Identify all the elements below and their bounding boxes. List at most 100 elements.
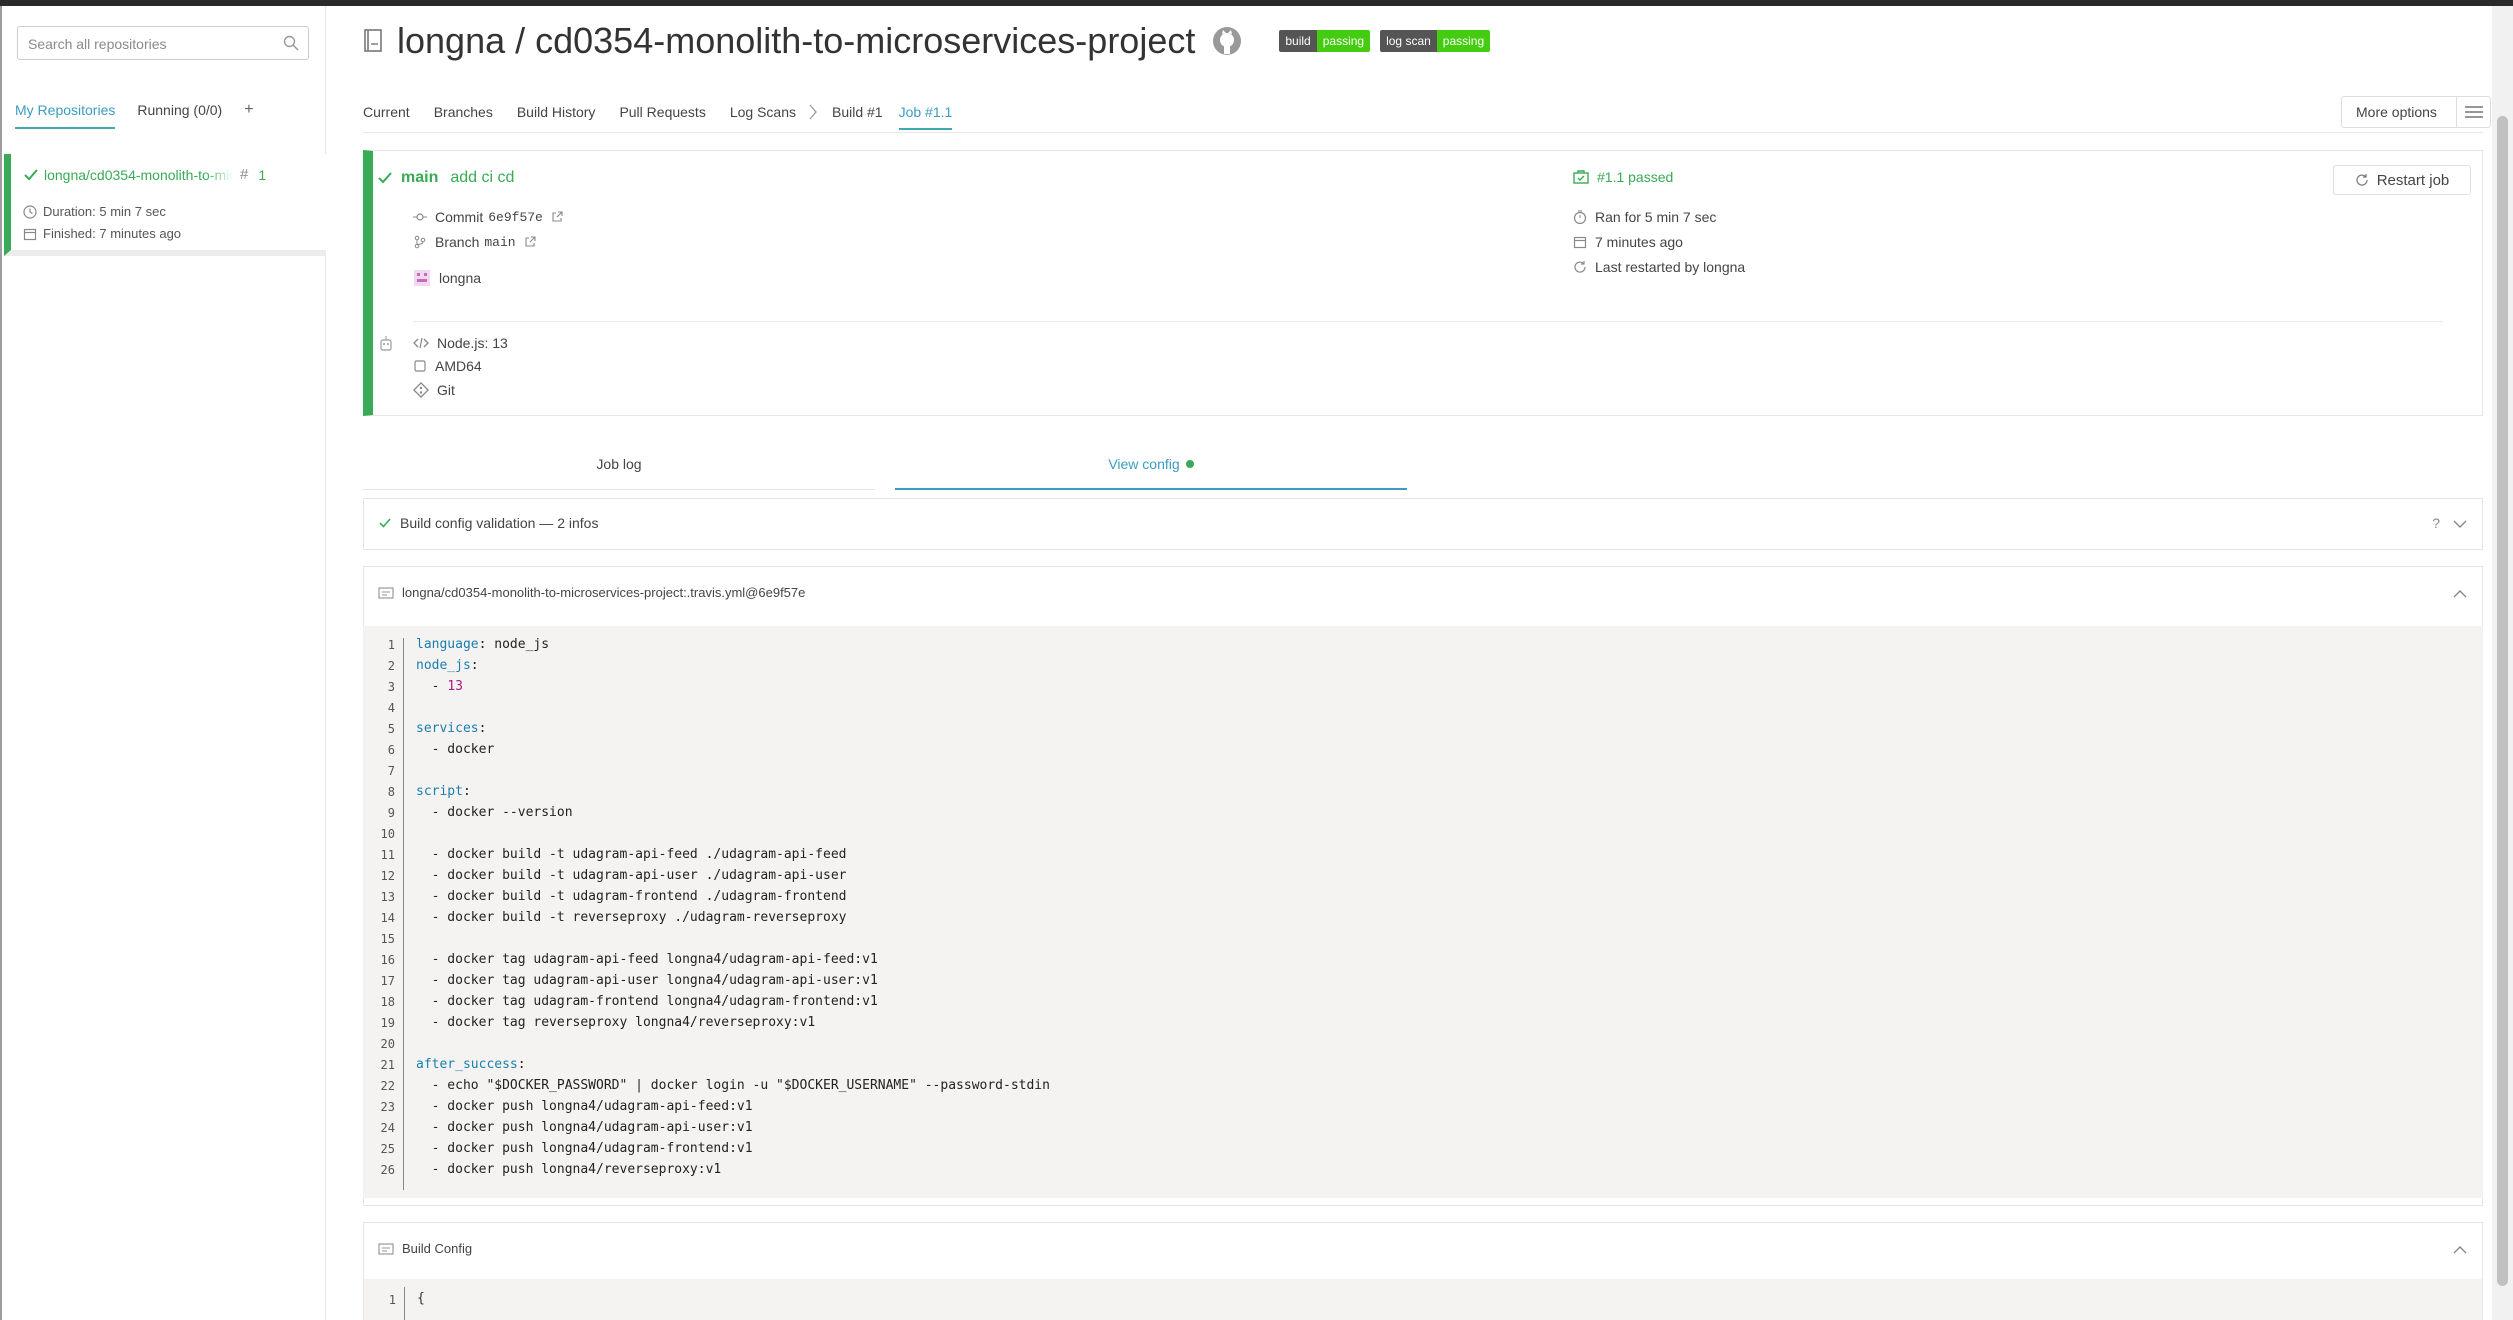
code-text: - docker: [416, 742, 495, 757]
duration-text: Duration: 5 min 7 sec: [43, 204, 166, 219]
badge-label: build: [1279, 30, 1317, 52]
job-card-divider: [413, 321, 2443, 322]
code-line: 2 node_js:: [363, 657, 1463, 678]
status-dot: [1185, 460, 1194, 468]
chevron-up-icon[interactable]: [2452, 589, 2468, 599]
hamburger-icon[interactable]: [2456, 97, 2490, 127]
code-line: 21 after_success:: [363, 1056, 1463, 1077]
code-text: - docker build -t reverseproxy ./udagram…: [416, 910, 847, 925]
log-scan-badge[interactable]: log scan passing: [1380, 30, 1491, 52]
code-line: 25 - docker push longna4/udagram-fronten…: [363, 1140, 1463, 1161]
code-text: node_js:: [416, 658, 479, 673]
code-text: - echo "$DOCKER_PASSWORD" | docker login…: [416, 1078, 1050, 1093]
external-link-icon[interactable]: [551, 211, 563, 223]
chevron-up-icon[interactable]: [2452, 1245, 2468, 1255]
restart-job-button[interactable]: Restart job: [2333, 165, 2471, 195]
search-icon[interactable]: [282, 34, 300, 52]
job-status-text[interactable]: #1.1 passed: [1597, 169, 1673, 185]
line-number: 11: [380, 848, 395, 862]
line-number: 8: [387, 785, 395, 799]
tab-view-config[interactable]: View config: [895, 446, 1407, 490]
code-text: - docker push longna4/udagram-api-user:v…: [416, 1120, 753, 1135]
scrollbar-thumb[interactable]: [2497, 116, 2508, 1286]
code-line: 20: [363, 1035, 1463, 1056]
cpu-icon: [414, 360, 426, 372]
tab-branches[interactable]: Branches: [434, 104, 493, 130]
view-config-label: View config: [1108, 456, 1180, 472]
commit-label: Commit: [435, 209, 484, 225]
chevron-down-icon[interactable]: [2452, 519, 2468, 529]
external-link-icon[interactable]: [524, 236, 536, 248]
branch-name[interactable]: main: [401, 169, 438, 187]
job-status: #1.1 passed: [1573, 169, 1673, 185]
build-status-badge[interactable]: build passing: [1279, 30, 1371, 52]
badge-label: log scan: [1380, 30, 1437, 52]
ago-text: 7 minutes ago: [1595, 234, 1683, 250]
add-tab-button[interactable]: +: [244, 101, 253, 128]
restart-job-label: Restart job: [2376, 171, 2450, 189]
code-line: 22 - echo "$DOCKER_PASSWORD" | docker lo…: [363, 1077, 1463, 1098]
line-number: 10: [380, 827, 395, 841]
code-line: 9 - docker --version: [363, 804, 1463, 825]
restart-icon: [2356, 174, 2368, 186]
tab-current[interactable]: Current: [363, 104, 410, 130]
page-scrollbar[interactable]: [2492, 6, 2513, 1320]
line-number: 17: [380, 974, 395, 988]
tab-job-log[interactable]: Job log: [363, 446, 875, 490]
vcs-row: Git: [413, 382, 455, 398]
job-summary-card: main add ci cd Commit 6e9f57e Branch mai…: [363, 150, 2483, 416]
build-number[interactable]: 1: [258, 167, 266, 183]
tab-my-repositories[interactable]: My Repositories: [15, 102, 116, 129]
tab-running[interactable]: Running (0/0): [137, 102, 222, 127]
line-number: 21: [380, 1058, 395, 1072]
code-text: - docker tag udagram-api-user longna4/ud…: [416, 973, 878, 988]
code-block: 1 language: node_js 2 node_js: 3 - 13 4 5 servi…: [363, 626, 2483, 1198]
build-config-validation[interactable]: Build config validation — 2 infos ?: [363, 498, 2483, 550]
build-config-title: Build Config: [402, 1241, 473, 1256]
line-number: 13: [380, 890, 395, 904]
line-number: 18: [380, 995, 395, 1009]
tab-build[interactable]: Build #1: [832, 104, 883, 130]
code-line: 1 language: node_js: [363, 636, 1463, 657]
repo-card[interactable]: longna/cd0354-monolith-to-microservices-…: [4, 154, 326, 256]
code-text: - docker tag udagram-api-feed longna4/ud…: [416, 952, 878, 967]
repo-line: longna/cd0354-monolith-to-microservices-…: [23, 166, 266, 183]
branch-icon: [414, 235, 426, 249]
more-options-button[interactable]: More options: [2341, 96, 2491, 128]
code-text: - docker push longna4/reverseproxy:v1: [416, 1162, 722, 1177]
line-number: 4: [387, 701, 395, 715]
clock-icon: [23, 204, 37, 219]
code-line: 13 - docker build -t udagram-frontend ./…: [363, 888, 1463, 909]
code-line: 15: [363, 930, 1463, 951]
nav-divider: [363, 132, 2483, 133]
tab-build-history[interactable]: Build History: [517, 104, 596, 130]
avatar: [414, 270, 430, 286]
help-icon[interactable]: ?: [2432, 515, 2440, 531]
repo-name-link[interactable]: longna/cd0354-monolith-to-microservices-…: [44, 167, 234, 183]
code-line: 12 - docker build -t udagram-api-user ./…: [363, 867, 1463, 888]
line-number: 15: [380, 932, 395, 946]
code-text: - docker build -t udagram-api-feed ./uda…: [416, 847, 847, 862]
commit-sha-link[interactable]: 6e9f57e: [488, 210, 543, 225]
restart-icon: [1574, 261, 1586, 273]
line-number: 16: [380, 953, 395, 967]
git-icon: [413, 382, 429, 398]
tab-log-scans[interactable]: Log Scans: [730, 104, 796, 130]
duration: Duration: 5 min 7 sec: [23, 204, 166, 219]
search-input[interactable]: Search all repositories: [17, 26, 309, 60]
tab-pull-requests[interactable]: Pull Requests: [619, 104, 705, 130]
line-number: 23: [380, 1100, 395, 1114]
line-number: 22: [380, 1079, 395, 1093]
branch-link[interactable]: main: [484, 235, 515, 250]
line-number: 20: [380, 1037, 395, 1051]
code-line: 11 - docker build -t udagram-api-feed ./…: [363, 846, 1463, 867]
build-config-code: 1 {: [364, 1279, 2482, 1320]
github-icon[interactable]: [1211, 25, 1243, 57]
code-text: - docker --version: [416, 805, 573, 820]
tab-job[interactable]: Job #1.1: [898, 104, 953, 130]
check-icon: [378, 172, 392, 184]
code-text: script:: [416, 784, 471, 799]
line-number: 2: [387, 659, 395, 673]
build-config-header: Build Config: [378, 1241, 472, 1256]
code-text: services:: [416, 721, 487, 736]
